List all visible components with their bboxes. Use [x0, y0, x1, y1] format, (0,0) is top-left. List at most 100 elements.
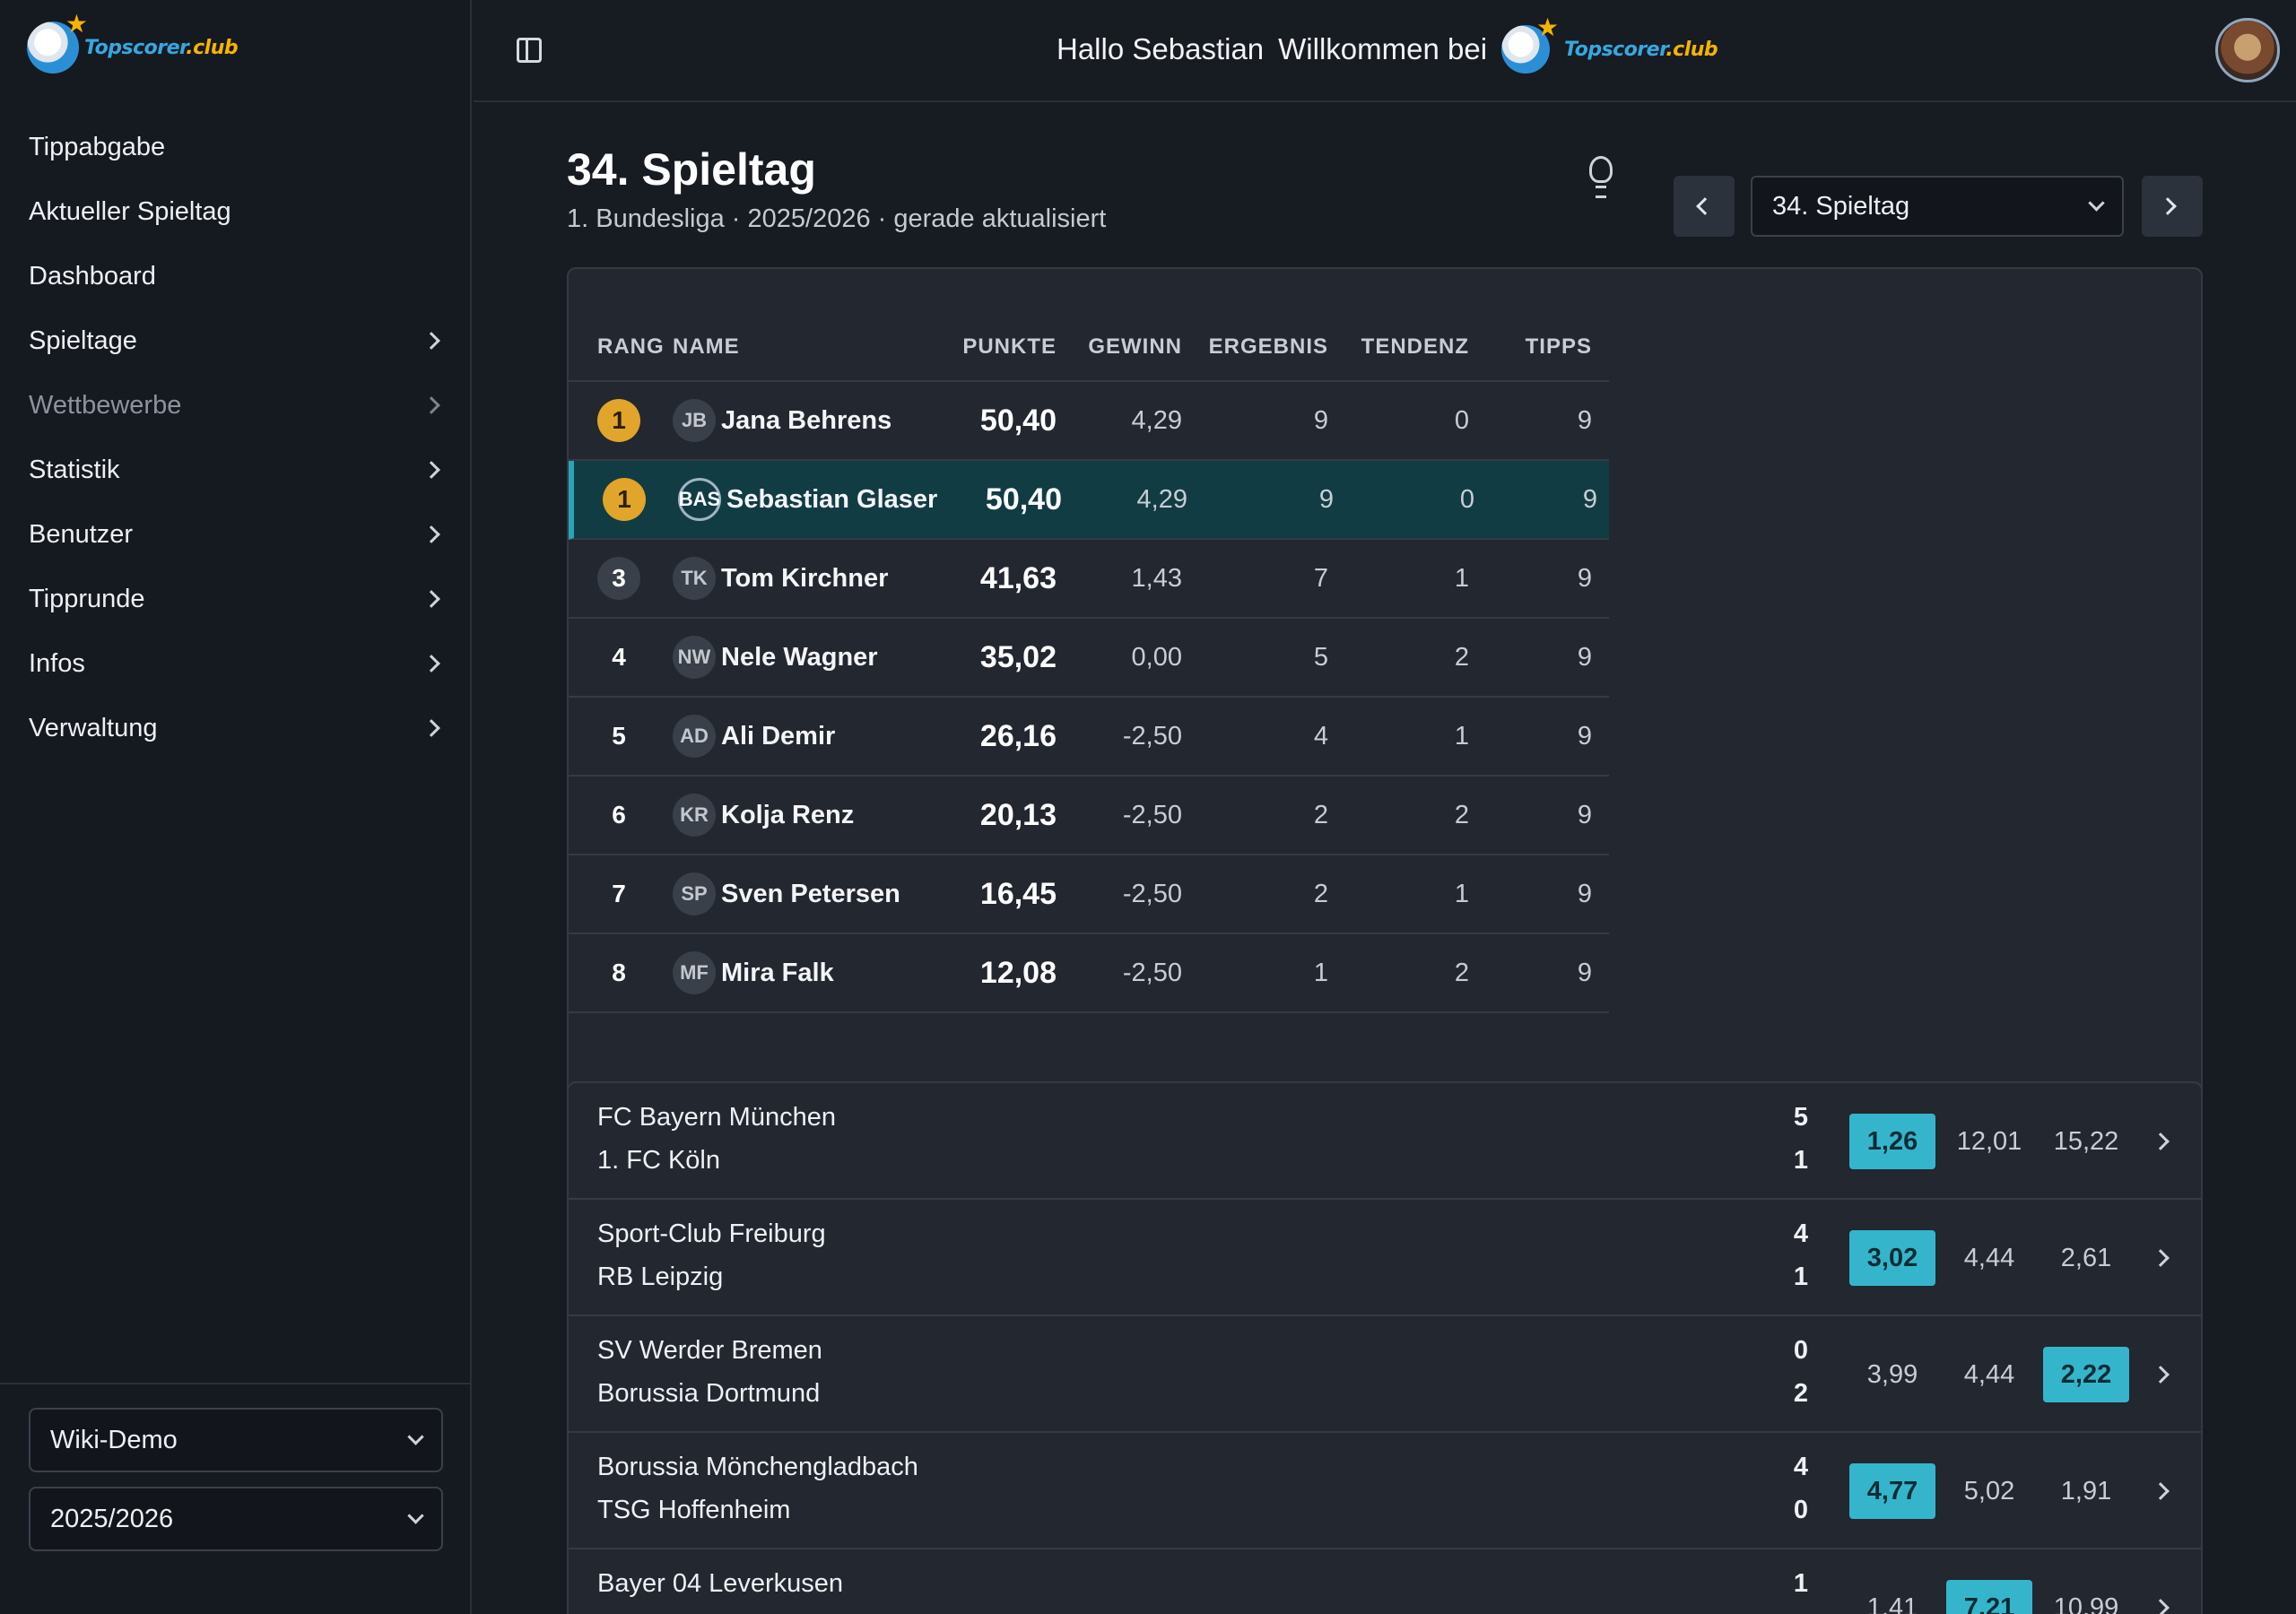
chevron-left-icon — [1696, 197, 1714, 215]
player-name[interactable]: Nele Wagner — [721, 643, 878, 672]
match-row[interactable]: Sport-Club Freiburg RB Leipzig 4 1 3,02 4,44 2… — [569, 1200, 2201, 1316]
sidebar-item-tipprunde[interactable]: Tipprunde — [0, 567, 472, 631]
tipps-cell: 9 — [1577, 800, 1592, 829]
tipps-cell: 9 — [1582, 484, 1597, 514]
chevron-right-icon[interactable] — [2152, 1366, 2170, 1384]
home-goals: 4 — [1793, 1219, 1809, 1248]
tipps-cell: 9 — [1577, 563, 1592, 593]
odds-draw: 5,02 — [1963, 1476, 2015, 1506]
col-rang[interactable]: RANG — [569, 334, 673, 360]
match-row[interactable]: Bayer 04 Leverkusen 1 1,41 7,21 10,99 — [569, 1549, 2201, 1614]
name-cell: KR Kolja Renz — [673, 794, 935, 837]
sidebar-item-infos[interactable]: Infos — [0, 631, 472, 696]
rank-cell: 4 — [569, 636, 673, 679]
col-name[interactable]: NAME — [673, 334, 935, 360]
rank-cell: 8 — [569, 951, 673, 994]
soccer-ball-icon — [1501, 13, 1559, 74]
chevron-right-icon[interactable] — [2152, 1249, 2170, 1267]
match-row[interactable]: FC Bayern München 1. FC Köln 5 1 1,26 12,01 15… — [569, 1083, 2201, 1200]
next-matchday-button[interactable] — [2142, 176, 2203, 237]
gewinn-cell: 4,29 — [1136, 484, 1187, 514]
table-row[interactable]: 4 NW Nele Wagner 35,02 0,00 5 2 9 — [569, 619, 1609, 698]
chevron-right-icon[interactable] — [2152, 1132, 2170, 1150]
previous-matchday-button[interactable] — [1674, 176, 1735, 237]
sidebar-item-spieltage[interactable]: Spieltage — [0, 308, 472, 373]
tipps-cell: 9 — [1577, 958, 1592, 987]
player-name[interactable]: Mira Falk — [721, 959, 834, 988]
chevron-right-icon[interactable] — [2152, 1482, 2170, 1500]
avatar: SP — [673, 872, 716, 915]
table-row[interactable]: 1 JB Jana Behrens 50,40 4,29 9 0 9 — [569, 382, 1609, 461]
player-name[interactable]: Tom Kirchner — [721, 564, 888, 594]
player-name[interactable]: Kolja Renz — [721, 801, 854, 830]
odds-home: 3,99 — [1866, 1359, 1918, 1389]
matchday-select[interactable]: 34. Spieltag — [1751, 176, 2124, 237]
chevron-right-icon — [422, 590, 440, 608]
panel-toggle-icon[interactable] — [517, 38, 542, 63]
chevron-right-icon[interactable] — [2152, 1599, 2170, 1614]
points-cell: 20,13 — [979, 797, 1057, 832]
name-cell: JB Jana Behrens — [673, 399, 935, 442]
name-cell: SP Sven Petersen — [673, 872, 935, 915]
tendenz-cell: 1 — [1454, 563, 1469, 593]
ergebnis-cell: 5 — [1313, 642, 1328, 672]
group-select[interactable]: Wiki-Demo — [29, 1408, 443, 1472]
col-gewinn[interactable]: GEWINN — [1057, 334, 1182, 360]
player-name[interactable]: Jana Behrens — [721, 406, 891, 436]
home-team: Sport-Club Freiburg — [597, 1219, 826, 1248]
tendenz-cell: 2 — [1454, 800, 1469, 829]
sidebar-item-wettbewerbe[interactable]: Wettbewerbe — [0, 373, 472, 438]
col-ergebnis[interactable]: ERGEBNIS — [1182, 334, 1328, 360]
table-row[interactable]: 1 BAS Sebastian Glaser 50,40 4,29 9 0 9 — [569, 461, 1609, 540]
page-subtitle: 1. Bundesliga · 2025/2026 · gerade aktua… — [567, 204, 1107, 233]
sidebar-item-verwaltung[interactable]: Verwaltung — [0, 696, 472, 760]
table-row[interactable]: 5 AD Ali Demir 26,16 -2,50 4 1 9 — [569, 698, 1609, 777]
sidebar-item-aktueller-spieltag[interactable]: Aktueller Spieltag — [0, 179, 472, 244]
points-cell: 26,16 — [979, 718, 1057, 753]
lightbulb-icon[interactable] — [1589, 156, 1613, 198]
user-avatar[interactable] — [2215, 18, 2280, 82]
sidebar-item-dashboard[interactable]: Dashboard — [0, 244, 472, 308]
brand-logo[interactable]: Topscorer.club — [27, 9, 239, 74]
col-tipps[interactable]: TIPPS — [1469, 334, 1592, 360]
table-row[interactable]: 7 SP Sven Petersen 16,45 -2,50 2 1 9 — [569, 855, 1609, 934]
table-row[interactable]: 6 KR Kolja Renz 20,13 -2,50 2 2 9 — [569, 777, 1609, 855]
name-cell: MF Mira Falk — [673, 951, 935, 994]
chevron-right-icon — [422, 655, 440, 672]
chevron-down-icon — [407, 1506, 424, 1524]
col-punkte[interactable]: PUNKTE — [935, 334, 1057, 360]
match-row[interactable]: SV Werder Bremen Borussia Dortmund 0 2 3,99 4… — [569, 1316, 2201, 1433]
player-name[interactable]: Ali Demir — [721, 722, 835, 751]
home-team: Bayer 04 Leverkusen — [597, 1569, 844, 1598]
sidebar-item-label: Wettbewerbe — [29, 390, 182, 420]
season-select[interactable]: 2025/2026 — [29, 1487, 443, 1551]
sidebar-item-benutzer[interactable]: Benutzer — [0, 502, 472, 567]
sidebar-item-label: Benutzer — [29, 519, 134, 549]
sidebar-item-label: Infos — [29, 648, 85, 678]
avatar: JB — [673, 399, 716, 442]
gewinn-cell: -2,50 — [1122, 721, 1182, 751]
chevron-right-icon — [422, 396, 440, 414]
ergebnis-cell: 4 — [1313, 721, 1328, 751]
rank-badge: 6 — [612, 801, 626, 829]
rank-cell: 6 — [569, 794, 673, 837]
table-row[interactable]: 3 TK Tom Kirchner 41,63 1,43 7 1 9 — [569, 540, 1609, 619]
points-cell: 12,08 — [979, 955, 1057, 990]
sidebar-item-tippabgabe[interactable]: Tippabgabe — [0, 115, 472, 179]
ranking-table: RANG NAME PUNKTE GEWINN ERGEBNIS TENDENZ… — [569, 314, 1609, 1013]
brand-wordmark: Topscorer.club — [84, 36, 239, 59]
match-row[interactable]: Borussia Mönchengladbach TSG Hoffenheim 4 0… — [569, 1433, 2201, 1549]
col-tendenz[interactable]: TENDENZ — [1328, 334, 1469, 360]
chevron-right-icon — [422, 332, 440, 350]
player-name[interactable]: Sven Petersen — [721, 880, 900, 909]
away-team: 1. FC Köln — [597, 1146, 720, 1175]
chevron-down-icon — [2088, 194, 2105, 212]
rank-badge: 3 — [597, 557, 640, 600]
table-row[interactable]: 8 MF Mira Falk 12,08 -2,50 1 2 9 — [569, 934, 1609, 1013]
sidebar: Topscorer.club Tippabgabe Aktueller Spiel… — [0, 0, 472, 1614]
player-name[interactable]: Sebastian Glaser — [726, 485, 937, 515]
tendenz-cell: 2 — [1454, 958, 1469, 987]
odds-draw: 4,44 — [1963, 1243, 2015, 1272]
sidebar-item-statistik[interactable]: Statistik — [0, 438, 472, 502]
avatar: MF — [673, 951, 716, 994]
